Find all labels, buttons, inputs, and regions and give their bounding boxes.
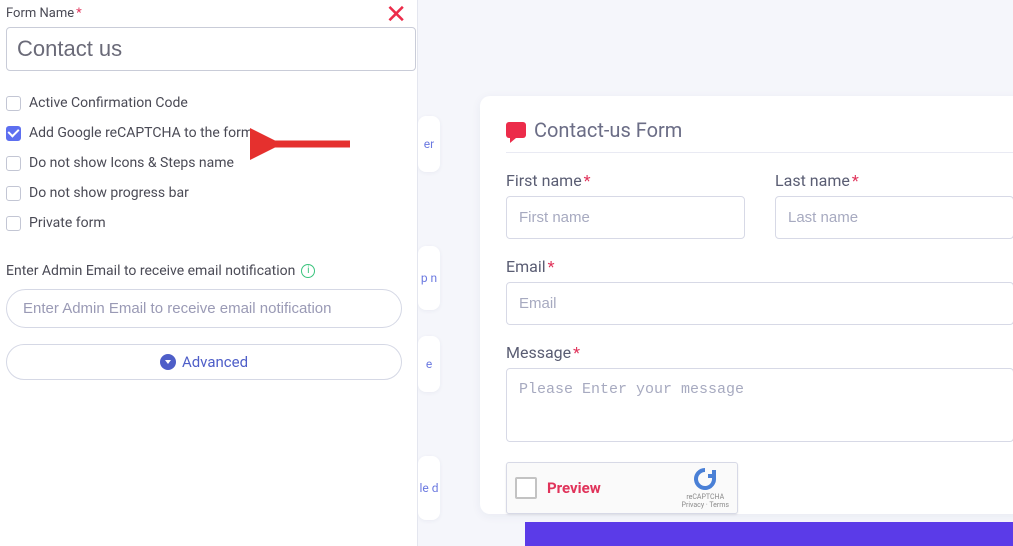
recaptcha-logo-icon: reCAPTCHA Privacy · Terms [682, 467, 729, 510]
recaptcha-label: Preview [547, 479, 601, 497]
email-label: Email* [506, 257, 1013, 276]
checkbox-label: Active Confirmation Code [29, 95, 188, 111]
checkbox-hide-progress[interactable]: Do not show progress bar [6, 185, 411, 201]
peek-card: p n [418, 246, 440, 310]
advanced-button[interactable]: Advanced [6, 344, 402, 380]
recaptcha-checkbox-icon[interactable] [515, 477, 537, 499]
message-label: Message* [506, 343, 1013, 362]
first-name-label: First name* [506, 171, 745, 190]
admin-email-input[interactable] [6, 289, 402, 328]
peek-card: e [418, 336, 440, 392]
form-name-input[interactable] [6, 27, 416, 71]
peek-card: le d [418, 456, 440, 520]
chevron-down-icon [160, 354, 176, 370]
checkbox-icon [6, 126, 21, 141]
last-name-label: Last name* [775, 171, 1013, 190]
checkbox-icon [6, 216, 21, 231]
form-name-label: Form Name* [6, 6, 411, 21]
close-icon[interactable]: ✕ [385, 2, 407, 28]
form-preview-card: Contact-us Form First name* Last name* E… [480, 96, 1013, 514]
checkbox-label: Private form [29, 215, 106, 231]
checkbox-label: Add Google reCAPTCHA to the form [29, 125, 253, 141]
recaptcha-widget[interactable]: Preview reCAPTCHA Privacy · Terms [506, 462, 738, 514]
checkbox-add-recaptcha[interactable]: Add Google reCAPTCHA to the form [6, 125, 411, 141]
checkbox-label: Do not show progress bar [29, 185, 189, 201]
first-name-input[interactable] [506, 196, 745, 239]
info-icon[interactable]: i [301, 264, 315, 278]
checkbox-icon [6, 186, 21, 201]
checkbox-icon [6, 156, 21, 171]
checkbox-label: Do not show Icons & Steps name [29, 155, 234, 171]
last-name-input[interactable] [775, 196, 1013, 239]
form-settings-panel: ✕ Form Name* Active Confirmation Code Ad… [0, 0, 418, 546]
advanced-label: Advanced [182, 353, 248, 371]
checkbox-icon [6, 96, 21, 111]
preview-title: Contact-us Form [506, 118, 1013, 153]
admin-email-label: Enter Admin Email to receive email notif… [6, 263, 411, 279]
submit-button[interactable] [525, 522, 1013, 546]
peek-card: er [418, 116, 440, 172]
checkbox-hide-icons-steps[interactable]: Do not show Icons & Steps name [6, 155, 411, 171]
message-textarea[interactable] [506, 368, 1013, 442]
checkbox-active-confirmation[interactable]: Active Confirmation Code [6, 95, 411, 111]
email-input[interactable] [506, 282, 1013, 325]
checkbox-private-form[interactable]: Private form [6, 215, 411, 231]
chat-icon [506, 122, 526, 138]
